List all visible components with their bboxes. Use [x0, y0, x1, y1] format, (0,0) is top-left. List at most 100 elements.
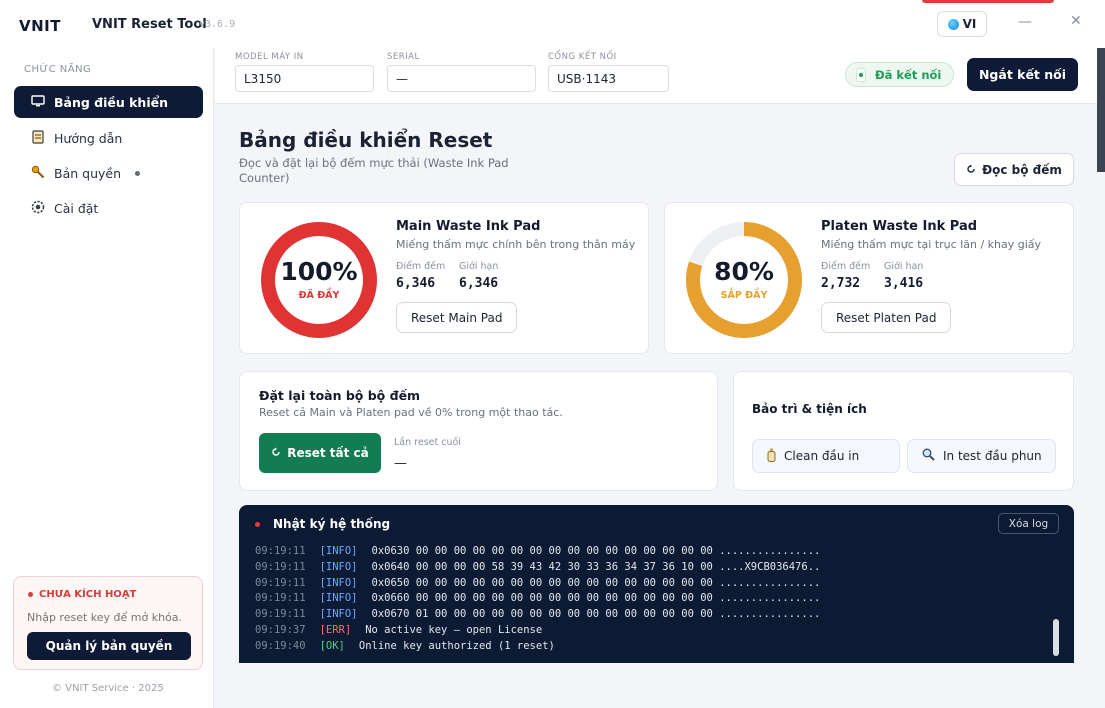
platen-pad-state: SẮP ĐẦY: [720, 290, 768, 301]
sidebar-item-label: Cài đặt: [54, 200, 99, 216]
app-version: v3.6.9: [199, 19, 236, 30]
log-line: 09:19:11 [INFO] 0x0630 00 00 00 00 00 00 0…: [255, 544, 1035, 560]
serial-input[interactable]: [387, 65, 536, 92]
port-label: CỔNG KẾT NỐI: [548, 52, 617, 62]
platen-pad-percent: 80%: [714, 257, 774, 286]
log-time: 09:19:11: [255, 608, 306, 621]
sidebar-item-guide[interactable]: Hướng dẫn: [14, 122, 203, 154]
accent-strip: [922, 0, 1054, 3]
page-subtitle: Đọc và đặt lại bộ đếm mực thải (Waste In…: [239, 156, 509, 185]
sidebar-item-license[interactable]: Bản quyền: [14, 157, 203, 189]
sidebar: CHỨC NĂNG Bảng điều khiển Hướng dẫn Bản …: [0, 48, 214, 708]
nozzle-test-button[interactable]: In test đầu phun: [907, 439, 1056, 473]
main-pad-card: 100% ĐÃ ĐẦY Main Waste Ink Pad Miếng thấ…: [239, 202, 649, 354]
disconnect-button[interactable]: Ngắt kết nối: [967, 58, 1078, 91]
log-time: 09:19:11: [255, 560, 306, 573]
log-scrollbar[interactable]: [1053, 619, 1059, 656]
main-pad-desc: Miếng thấm mực chính bên trong thân máy: [396, 238, 636, 251]
log-message: Online key authorized (1 reset): [358, 639, 555, 652]
last-reset-label: Lần reset cuối: [394, 437, 461, 448]
log-level: [ERR]: [319, 623, 352, 636]
log-time: 09:19:37: [255, 623, 306, 636]
log-time: 09:19:11: [255, 576, 306, 589]
reset-all-button[interactable]: Reset tất cả: [259, 433, 381, 473]
clean-head-button[interactable]: Clean đầu in: [752, 439, 900, 473]
platen-pad-limit-label: Giới hạn: [884, 261, 924, 272]
log-line: 09:19:11 [INFO] 0x0660 00 00 00 00 00 00 0…: [255, 591, 1035, 607]
notification-dot: [135, 170, 140, 176]
read-counter-label: Đọc bộ đếm: [982, 162, 1062, 177]
log-title: Nhật ký hệ thống: [273, 517, 391, 531]
port-input[interactable]: [548, 65, 669, 92]
serial-field: SERIAL: [387, 52, 536, 92]
log-message: 0x0650 00 00 00 00 00 00 00 00 00 00 00 …: [371, 576, 821, 589]
log-level: [INFO]: [319, 545, 358, 557]
log-line: 09:19:11 [INFO] 0x0640 00 00 00 00 58 39 4…: [255, 560, 1035, 576]
manage-license-button[interactable]: Quản lý bản quyền: [27, 632, 191, 660]
app-title: VNIT Reset Tool: [92, 17, 207, 32]
language-button[interactable]: VI: [937, 11, 987, 37]
clear-log-button[interactable]: Xóa log: [998, 513, 1059, 534]
read-counter-button[interactable]: Đọc bộ đếm: [954, 153, 1074, 186]
maintenance-title: Bảo trì & tiện ích: [752, 402, 867, 416]
model-label: MODEL MÁY IN: [235, 52, 304, 62]
model-input[interactable]: [235, 65, 374, 92]
main-pad-limit: 6,346: [459, 276, 499, 291]
sidebar-item-settings[interactable]: Cài đặt: [14, 192, 203, 224]
nozzle-test-label: In test đầu phun: [943, 449, 1042, 463]
sidebar-item-label: Bảng điều khiển: [54, 94, 168, 110]
log-level: [INFO]: [319, 592, 358, 605]
clean-head-label: Clean đầu in: [784, 449, 860, 463]
reset-all-label: Reset tất cả: [287, 446, 369, 460]
reset-main-pad-button[interactable]: Reset Main Pad: [396, 302, 518, 333]
minimize-icon[interactable]: —: [1018, 14, 1032, 30]
log-lines: 09:19:11 [INFO] 0x0630 00 00 00 00 00 00 0…: [255, 544, 1035, 655]
log-line: 09:19:40 [OK] Online key authorized (1 res…: [255, 639, 1035, 655]
serial-label: SERIAL: [387, 52, 420, 62]
log-level: [INFO]: [319, 576, 358, 589]
gear-icon: [30, 200, 46, 217]
sidebar-item-dashboard[interactable]: Bảng điều khiển: [14, 86, 203, 118]
log-level: [INFO]: [319, 608, 358, 621]
reset-all-title: Đặt lại toàn bộ bộ đếm: [259, 388, 421, 403]
status-dot: [28, 592, 33, 597]
connection-status-badge: Đã kết nối: [845, 62, 954, 87]
platen-pad-card: 80% SẮP ĐẦY Platen Waste Ink Pad Miếng t…: [664, 202, 1074, 354]
globe-icon: [947, 18, 959, 30]
platen-pad-counter: 2,732: [821, 276, 861, 291]
log-message: 0x0670 01 00 00 00 00 00 00 00 00 00 00 …: [371, 608, 821, 621]
connection-bar: MODEL MÁY IN SERIAL CỔNG KẾT NỐI Đã kết …: [215, 48, 1097, 104]
connection-status-text: Đã kết nối: [875, 67, 942, 82]
platen-pad-counter-label: Điểm đếm: [821, 261, 871, 272]
main-pad-title: Main Waste Ink Pad: [396, 219, 541, 234]
log-message: No active key — open License: [365, 623, 543, 636]
log-message: 0x0660 00 00 00 00 00 00 00 00 00 00 00 …: [371, 592, 821, 605]
log-time: 09:19:40: [255, 639, 306, 652]
main-pad-counter: 6,346: [396, 276, 436, 291]
license-key-input[interactable]: [27, 608, 191, 626]
log-time: 09:19:11: [255, 592, 306, 605]
platen-pad-title: Platen Waste Ink Pad: [821, 219, 978, 234]
main-pad-limit-label: Giới hạn: [459, 261, 499, 272]
refresh-icon: [271, 446, 281, 460]
page-title: Bảng điều khiển Reset: [239, 128, 493, 152]
log-line: 09:19:11 [INFO] 0x0650 00 00 00 00 00 00 0…: [255, 576, 1035, 592]
log-message: 0x0640 00 00 00 00 58 39 43 42 30 33 36 …: [371, 560, 821, 573]
key-icon: [30, 165, 46, 182]
platen-pad-limit: 3,416: [884, 276, 924, 291]
license-status: CHƯA KÍCH HOẠT: [28, 589, 136, 600]
last-reset-value: —: [394, 456, 407, 471]
sidebar-item-label: Hướng dẫn: [54, 130, 123, 146]
status-dot: [856, 67, 866, 82]
log-message: 0x0630 00 00 00 00 00 00 00 00 00 00 00 …: [371, 545, 821, 557]
language-label: VI: [962, 17, 977, 31]
system-log-panel: Nhật ký hệ thống Xóa log 09:19:11 [INFO] 0…: [239, 505, 1074, 663]
license-panel: CHƯA KÍCH HOẠT Quản lý bản quyền: [13, 576, 203, 670]
reset-platen-pad-button[interactable]: Reset Platen Pad: [821, 302, 952, 333]
main-pad-percent: 100%: [280, 257, 358, 286]
close-icon[interactable]: ✕: [1070, 13, 1082, 29]
sidebar-item-label: Bản quyền: [54, 165, 121, 181]
main-pad-counter-label: Điểm đếm: [396, 261, 446, 272]
book-icon: [30, 129, 46, 147]
log-level: [INFO]: [319, 560, 358, 573]
